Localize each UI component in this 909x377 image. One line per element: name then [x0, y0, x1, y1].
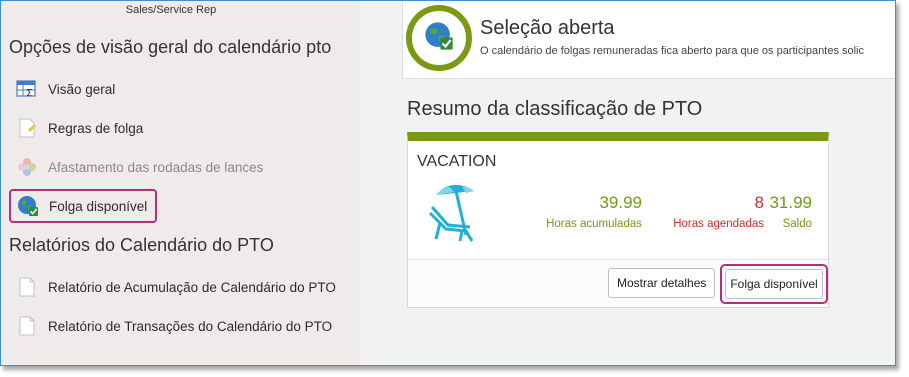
scheduled-hours: 8 Horas agendadas	[673, 193, 764, 230]
scheduled-hours-value: 8	[754, 193, 764, 212]
balance: 31.99 Saldo	[769, 193, 812, 230]
overview-section-title: Opções de visão geral do calendário pto	[9, 37, 332, 57]
sidebar-item-label: Folga disponível	[49, 198, 148, 214]
pto-type-label: VACATION	[417, 153, 497, 170]
beach-umbrella-chair-icon	[426, 177, 488, 245]
globe-check-icon	[17, 195, 39, 217]
sidebar-item-label: Visão geral	[48, 81, 116, 97]
sidebar-item-label: Relatório de Acumulação de Calendário do…	[48, 279, 336, 295]
sidebar-item-overview[interactable]: Σ Visão geral	[16, 74, 115, 104]
svg-text:Σ: Σ	[26, 88, 32, 99]
available-time-off-button[interactable]: Folga disponível	[725, 269, 823, 299]
accrued-hours-value: 39.99	[599, 193, 642, 212]
sidebar-item-time-off-rules[interactable]: Regras de folga	[16, 113, 143, 143]
sidebar-item-label: Afastamento das rodadas de lances	[48, 159, 264, 175]
sidebar-item-transactions-report[interactable]: Relatório de Transações do Calendário do…	[16, 311, 332, 341]
document-icon	[16, 276, 38, 298]
document-icon	[16, 315, 38, 337]
header-badge	[406, 5, 472, 71]
document-icon	[16, 117, 38, 139]
scheduled-hours-label: Horas agendadas	[673, 218, 764, 230]
balance-value: 31.99	[769, 193, 812, 212]
reports-section-title: Relatórios do Calendário do PTO	[9, 235, 274, 255]
pto-summary-card: VACATION 39.99 Horas acumuladas 8 Horas …	[407, 132, 829, 308]
page-subtitle: O calendário de folgas remuneradas fica …	[480, 45, 865, 57]
sidebar-item-accrual-report[interactable]: Relatório de Acumulação de Calendário do…	[16, 272, 336, 302]
show-details-button[interactable]: Mostrar detalhes	[608, 268, 716, 298]
page-title: Seleção aberta	[480, 17, 615, 39]
sidebar: Sales/Service Rep Opções de visão geral …	[1, 1, 360, 365]
sidebar-item-available-time-off[interactable]: Folga disponível	[9, 189, 158, 223]
open-selection-banner	[402, 1, 895, 79]
summary-title: Resumo da classificação de PTO	[407, 98, 703, 120]
balance-label: Saldo	[782, 218, 812, 230]
globe-check-icon	[424, 21, 454, 56]
role-label: Sales/Service Rep	[125, 4, 217, 16]
pinwheel-icon	[16, 156, 38, 178]
main-content: Seleção aberta O calendário de folgas re…	[360, 1, 895, 365]
app-window: Sales/Service Rep Opções de visão geral …	[0, 0, 896, 366]
sidebar-item-label: Regras de folga	[48, 120, 144, 136]
sidebar-item-bid-rounds[interactable]: Afastamento das rodadas de lances	[16, 152, 263, 182]
sidebar-item-label: Relatório de Transações do Calendário do…	[48, 318, 333, 334]
accrued-hours-label: Horas acumuladas	[546, 218, 642, 230]
table-sigma-icon: Σ	[16, 78, 38, 100]
card-footer: Mostrar detalhes Folga disponível	[408, 259, 828, 307]
accrued-hours: 39.99 Horas acumuladas	[546, 193, 642, 230]
